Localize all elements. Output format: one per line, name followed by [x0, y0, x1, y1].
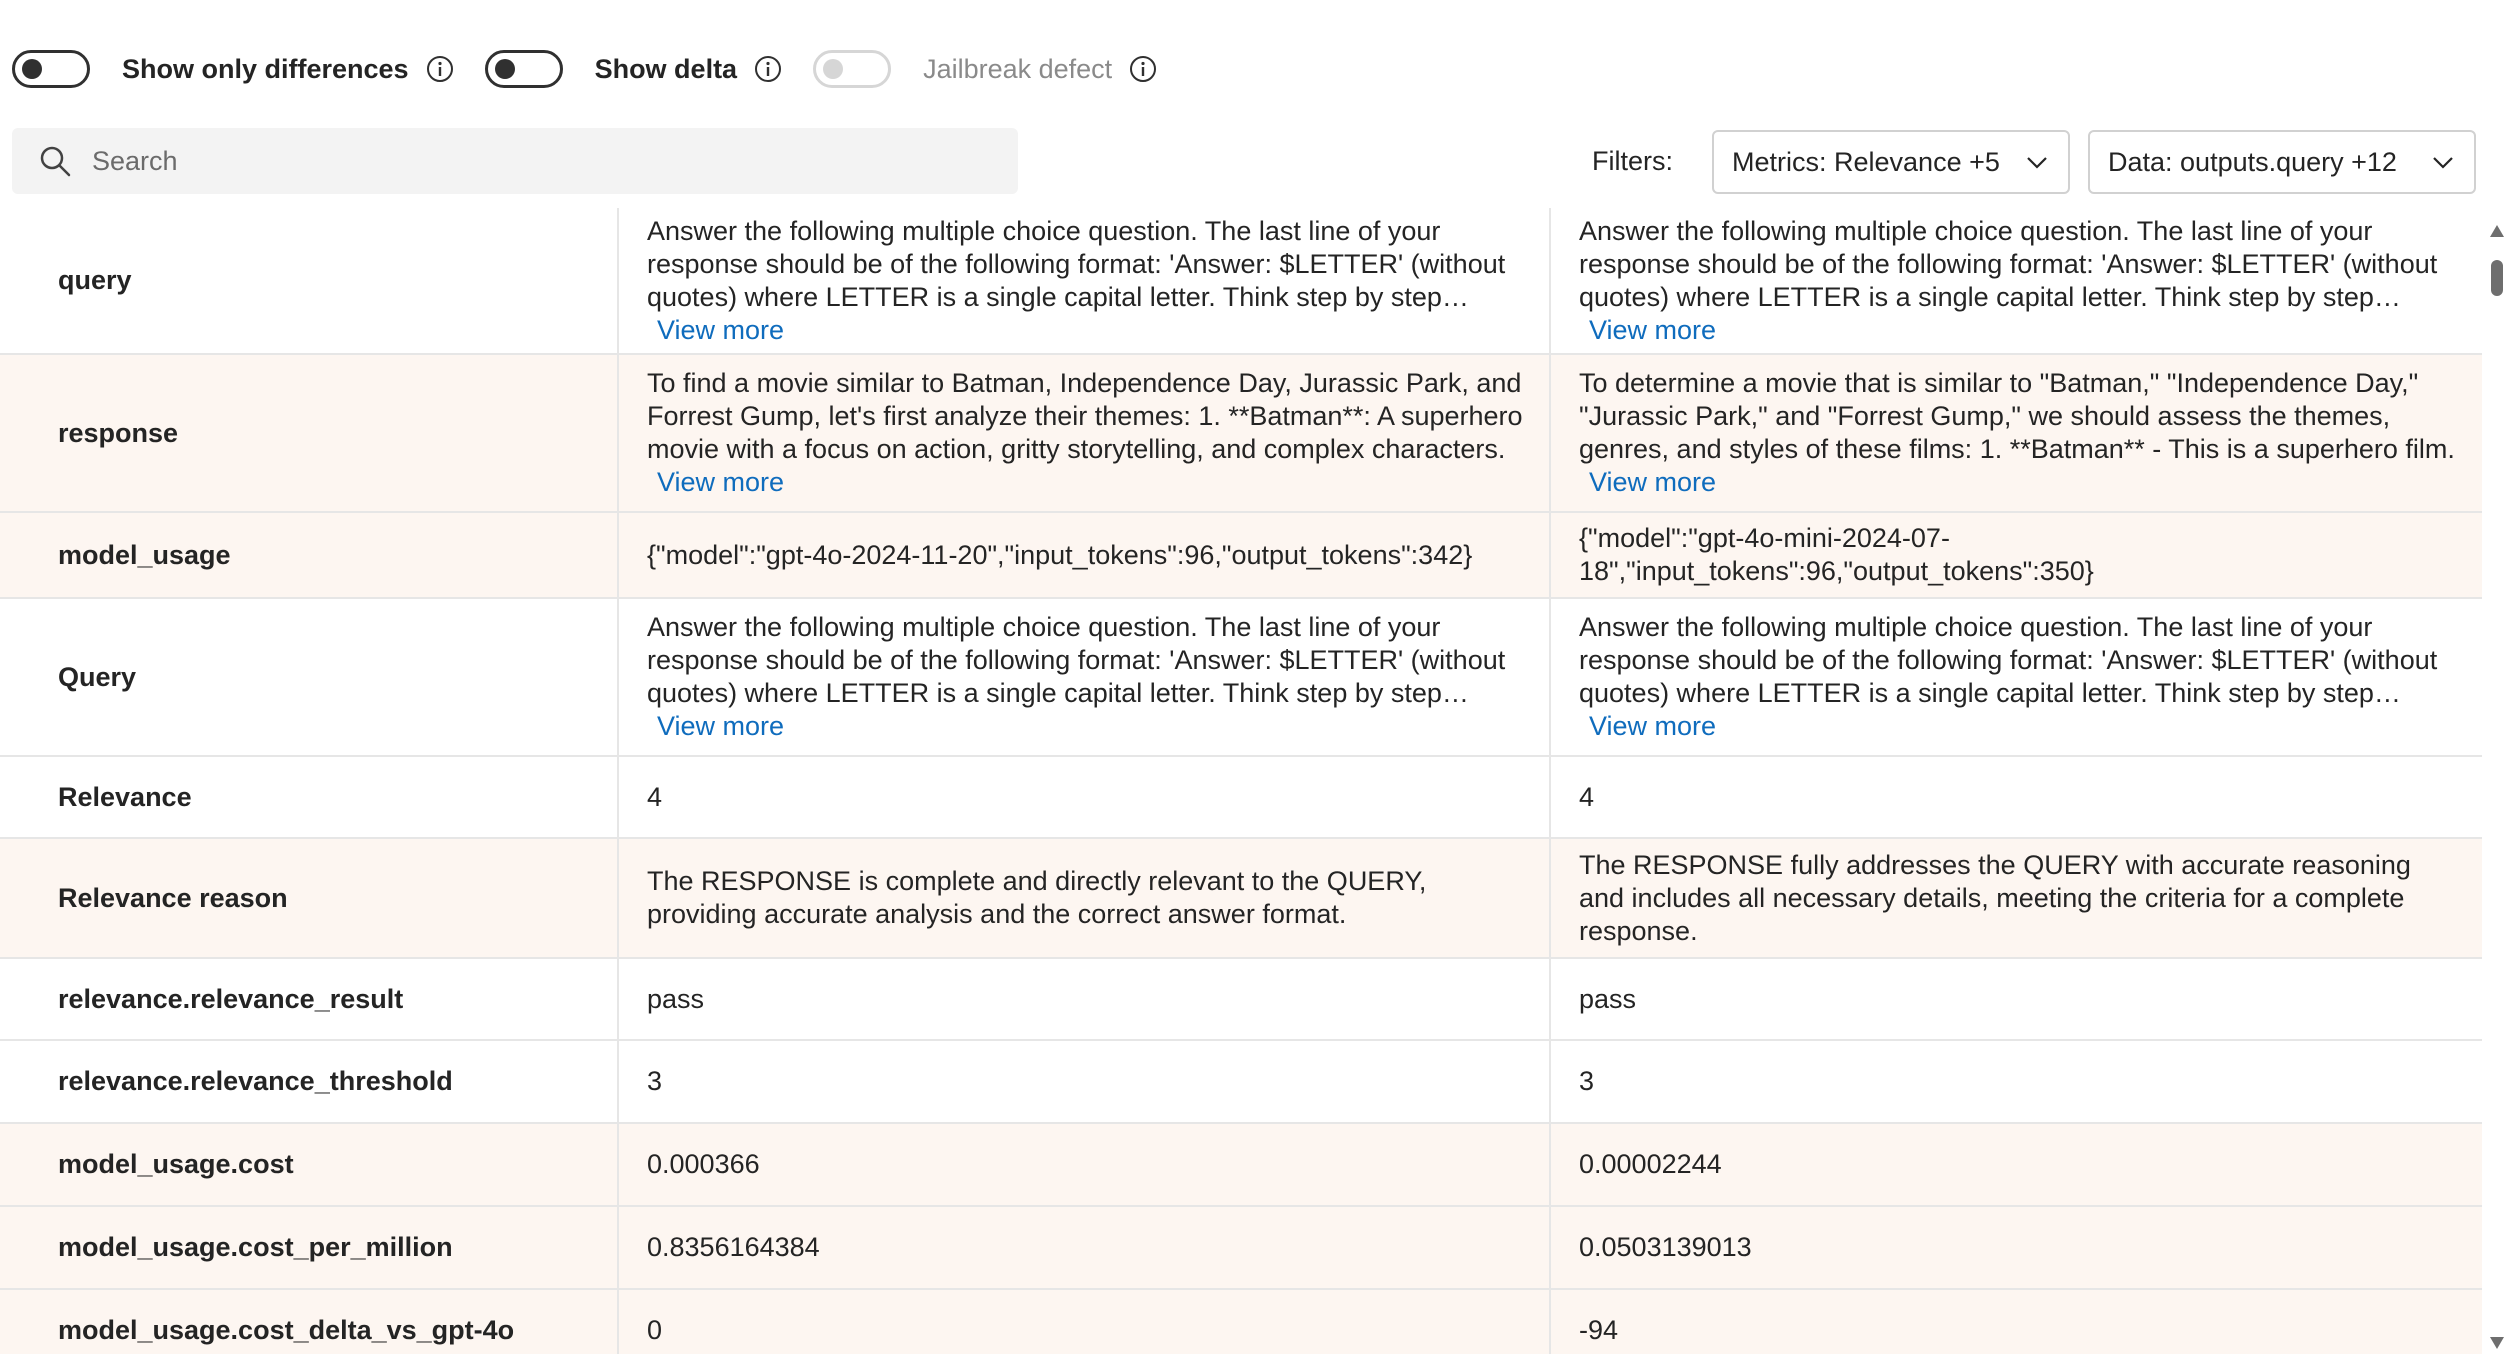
view-more-link[interactable]: View more — [657, 710, 784, 743]
baseline-cell: {"model":"gpt-4o-2024-11-20","input_toke… — [618, 512, 1551, 599]
view-more-link[interactable]: View more — [1589, 710, 1716, 743]
comparison-cell: 4 — [1550, 756, 2482, 839]
filters-label: Filters: — [1592, 146, 1673, 176]
comparison-table-container[interactable]: query Answer the following multiple choi… — [0, 208, 2482, 1354]
row-label: Relevance — [0, 756, 619, 839]
jailbreak-defect-toggle[interactable] — [813, 50, 892, 88]
vertical-scrollbar[interactable] — [2482, 208, 2512, 1354]
table-row: Relevance 4 4 — [0, 756, 2482, 839]
scroll-thumb[interactable] — [2491, 260, 2503, 296]
comparison-table: query Answer the following multiple choi… — [0, 208, 2482, 1354]
row-label: query — [0, 208, 619, 355]
cell-text: To find a movie similar to Batman, Indep… — [647, 368, 1523, 464]
search-box[interactable] — [12, 128, 1018, 194]
metrics-filter-value: Metrics: Relevance +5 — [1732, 146, 2000, 177]
comparison-cell: Answer the following multiple choice que… — [1550, 598, 2482, 757]
info-icon[interactable] — [425, 54, 455, 84]
comparison-cell: 0.0503139013 — [1550, 1206, 2482, 1290]
info-icon[interactable] — [1128, 54, 1158, 84]
cell-text: Answer the following multiple choice que… — [1579, 612, 2438, 708]
baseline-cell: Answer the following multiple choice que… — [618, 598, 1551, 757]
row-label: model_usage — [0, 512, 619, 599]
baseline-cell: 4 — [618, 756, 1551, 839]
table-row: model_usage.cost_per_million 0.835616438… — [0, 1206, 2482, 1290]
scroll-down-arrow-icon[interactable] — [2489, 1336, 2505, 1350]
table-row: model_usage.cost 0.000366 0.00002244 — [0, 1123, 2482, 1207]
search-icon — [40, 146, 71, 177]
cell-text: Answer the following multiple choice que… — [1579, 215, 2438, 312]
comparison-cell: pass — [1550, 958, 2482, 1041]
chevron-down-icon — [2433, 157, 2453, 169]
data-filter-value: Data: outputs.query +12 — [2108, 146, 2397, 177]
comparison-cell: The RESPONSE fully addresses the QUERY w… — [1550, 838, 2482, 959]
table-row: query Answer the following multiple choi… — [0, 208, 2482, 355]
cell-text: {"model":"gpt-4o-2024-11-20","input_toke… — [647, 539, 1473, 570]
baseline-cell: The RESPONSE is complete and directly re… — [618, 838, 1551, 959]
baseline-cell: 3 — [618, 1040, 1551, 1124]
view-more-link[interactable]: View more — [657, 314, 784, 347]
row-label: model_usage.cost_delta_vs_gpt-4o — [0, 1289, 619, 1354]
baseline-cell: To find a movie similar to Batman, Indep… — [618, 354, 1551, 513]
comparison-cell: 3 — [1550, 1040, 2482, 1124]
jailbreak-defect-label: Jailbreak defect — [923, 53, 1113, 84]
view-more-link[interactable]: View more — [1589, 314, 1716, 347]
search-input[interactable] — [90, 144, 974, 178]
baseline-cell: pass — [618, 958, 1551, 1041]
row-label: relevance.relevance_threshold — [0, 1040, 619, 1124]
row-label: model_usage.cost — [0, 1123, 619, 1207]
chevron-down-icon — [2027, 157, 2047, 169]
cell-text: Answer the following multiple choice que… — [647, 215, 1506, 312]
row-label: response — [0, 354, 619, 513]
table-row: relevance.relevance_threshold 3 3 — [0, 1040, 2482, 1124]
baseline-cell: Answer the following multiple choice que… — [618, 208, 1551, 355]
table-row: Relevance reason The RESPONSE is complet… — [0, 838, 2482, 959]
row-label: model_usage.cost_per_million — [0, 1206, 619, 1290]
metrics-filter-dropdown[interactable]: Metrics: Relevance +5 — [1712, 130, 2070, 194]
comparison-cell: To determine a movie that is similar to … — [1550, 354, 2482, 513]
toggle-knob — [22, 59, 42, 79]
baseline-cell: 0 — [618, 1289, 1551, 1354]
cell-text: To determine a movie that is similar to … — [1579, 368, 2455, 464]
scroll-up-arrow-icon[interactable] — [2489, 224, 2505, 238]
toggle-knob — [823, 59, 844, 79]
row-label: Query — [0, 598, 619, 757]
evaluation-compare-page: Show only differences Show delta Jailbre… — [0, 0, 2512, 1354]
comparison-cell: 0.00002244 — [1550, 1123, 2482, 1207]
view-more-link[interactable]: View more — [1589, 466, 1716, 499]
table-row: Query Answer the following multiple choi… — [0, 598, 2482, 757]
comparison-cell: -94 — [1550, 1289, 2482, 1354]
toggle-knob — [494, 59, 515, 79]
row-label: relevance.relevance_result — [0, 958, 619, 1041]
row-label: Relevance reason — [0, 838, 619, 959]
show-delta-toggle[interactable] — [484, 50, 563, 88]
baseline-cell: 0.8356164384 — [618, 1206, 1551, 1290]
show-only-differences-toggle[interactable] — [12, 50, 90, 88]
table-row: model_usage.cost_delta_vs_gpt-4o 0 -94 — [0, 1289, 2482, 1354]
comparison-cell: {"model":"gpt-4o-mini-2024-07-18","input… — [1550, 512, 2482, 599]
toggle-bar: Show only differences Show delta Jailbre… — [12, 44, 1188, 94]
baseline-cell: 0.000366 — [618, 1123, 1551, 1207]
data-filter-dropdown[interactable]: Data: outputs.query +12 — [2088, 130, 2476, 194]
comparison-cell: Answer the following multiple choice que… — [1550, 208, 2482, 355]
cell-text: Answer the following multiple choice que… — [647, 612, 1506, 708]
table-row: model_usage {"model":"gpt-4o-2024-11-20"… — [0, 512, 2482, 599]
show-delta-label: Show delta — [594, 53, 738, 84]
cell-text: {"model":"gpt-4o-mini-2024-07-18","input… — [1579, 523, 2094, 586]
view-more-link[interactable]: View more — [657, 466, 784, 499]
table-row: response To find a movie similar to Batm… — [0, 354, 2482, 513]
table-row: relevance.relevance_result pass pass — [0, 958, 2482, 1041]
show-only-differences-label: Show only differences — [122, 53, 409, 84]
info-icon[interactable] — [753, 54, 783, 84]
